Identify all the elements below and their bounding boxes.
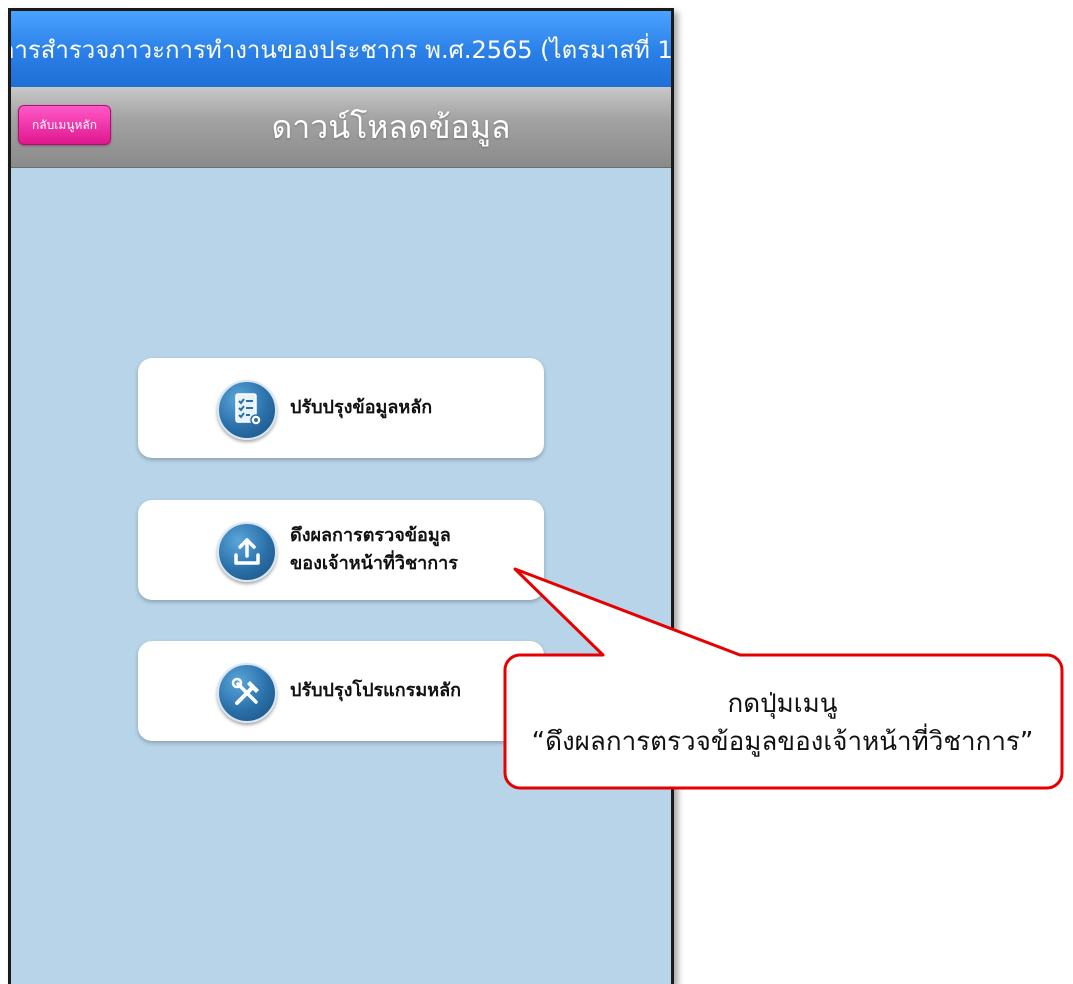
callout-line1: กดปุ่มเมนู xyxy=(727,689,838,719)
callout-bubble xyxy=(503,567,1064,790)
callout-text: กดปุ่มเมนู “ดึงผลการตรวจข้อมูลของเจ้าหน้… xyxy=(505,658,1060,788)
callout-line2: “ดึงผลการตรวจข้อมูลของเจ้าหน้าที่วิชาการ… xyxy=(531,727,1034,757)
